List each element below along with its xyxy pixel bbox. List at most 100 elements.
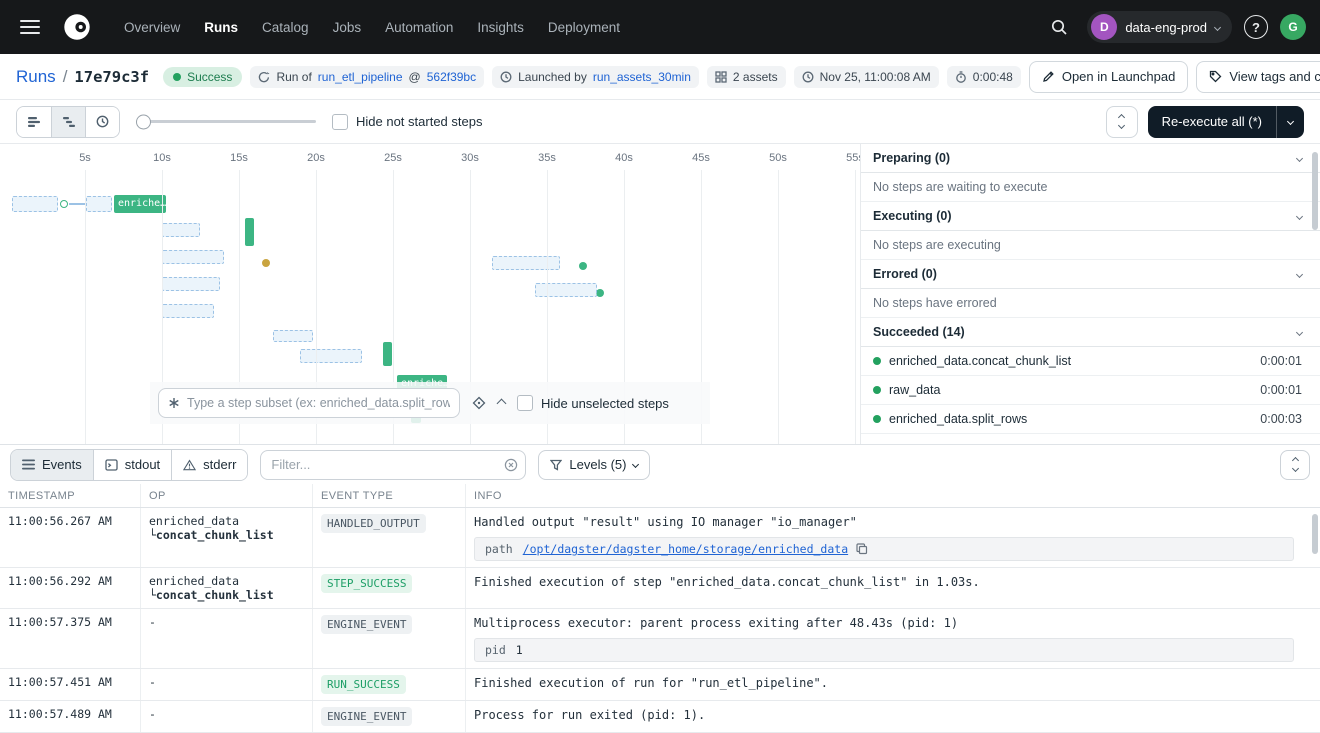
status-dot-icon [173, 73, 181, 81]
breadcrumb: Runs / 17e79c3f [16, 67, 149, 87]
clock-view-icon[interactable] [85, 107, 119, 137]
panel-scrollbar[interactable] [1312, 152, 1318, 230]
toolbar-right: Re-execute all (*) [1106, 106, 1304, 138]
gantt-step-pending[interactable] [273, 330, 313, 342]
step-subset-input-wrap[interactable] [158, 388, 460, 418]
events-toolbar-right [1280, 450, 1310, 480]
gantt-step-pending[interactable] [535, 283, 597, 297]
deployment-switcher[interactable]: D data-eng-prod [1087, 11, 1232, 43]
succeeded-step-row[interactable]: enriched_data.split_rows 0:00:03 [861, 405, 1320, 434]
gantt-step-pending[interactable] [162, 277, 220, 291]
succeeded-step-row[interactable]: enriched_data.concat_chunk_list 0:00:01 [861, 347, 1320, 376]
expand-log-panel-button[interactable] [1280, 450, 1310, 480]
reexecute-all-button[interactable]: Re-execute all (*) [1148, 106, 1304, 138]
log-info: Finished execution of step "enriched_dat… [465, 568, 1320, 608]
hide-unselected-checkbox[interactable]: Hide unselected steps [517, 395, 669, 411]
breadcrumb-runs-link[interactable]: Runs [16, 67, 56, 87]
log-timestamp: 11:00:57.451 AM [0, 669, 140, 700]
nav-item-deployment[interactable]: Deployment [548, 20, 620, 35]
collapse-overlay-icon[interactable] [498, 400, 505, 407]
log-tabs: Events stdout stderr [10, 449, 248, 481]
metadata-key: pid [475, 643, 516, 657]
pipeline-link[interactable]: run_etl_pipeline [318, 70, 403, 84]
gantt-tick-label: 15s [230, 152, 248, 164]
gantt-step-pending[interactable] [492, 256, 560, 270]
log-row[interactable]: 11:00:56.292 AM enriched_data └concat_ch… [0, 568, 1320, 609]
terminal-icon [105, 459, 118, 471]
gantt-step-pending[interactable] [162, 250, 224, 264]
column-header-event-type: EVENT TYPE [312, 484, 465, 507]
log-row[interactable]: 11:00:57.489 AM - ENGINE_EVENT Process f… [0, 701, 1320, 733]
metadata-path-link[interactable]: /opt/dagster/dagster_home/storage/enrich… [523, 542, 848, 556]
levels-dropdown[interactable]: Levels (5) [538, 450, 650, 480]
log-row[interactable]: 11:00:56.267 AM enriched_data └concat_ch… [0, 508, 1320, 568]
clear-filter-icon[interactable] [504, 458, 518, 472]
nav-right-cluster: D data-eng-prod ? G [1043, 11, 1306, 43]
chevron-down-icon [1296, 154, 1303, 161]
run-header: Runs / 17e79c3f Success Run of run_etl_p… [0, 54, 1320, 100]
section-executing[interactable]: Executing (0) [861, 202, 1320, 231]
gantt-step-pending[interactable] [300, 349, 362, 363]
section-errored[interactable]: Errored (0) [861, 260, 1320, 289]
step-subset-input[interactable] [187, 396, 450, 410]
gantt-tick-label: 20s [307, 152, 325, 164]
graph-diamond-icon[interactable] [472, 396, 486, 410]
schedule-link[interactable]: run_assets_30min [593, 70, 691, 84]
nav-item-insights[interactable]: Insights [477, 20, 524, 35]
succeeded-step-row[interactable]: raw_data 0:00:01 [861, 376, 1320, 405]
checkbox-icon[interactable] [517, 395, 533, 411]
log-row[interactable]: 11:00:57.451 AM - RUN_SUCCESS Finished e… [0, 669, 1320, 701]
open-in-launchpad-button[interactable]: Open in Launchpad [1029, 61, 1188, 93]
gantt-tick-label: 25s [384, 152, 402, 164]
nav-item-automation[interactable]: Automation [385, 20, 453, 35]
list-icon [22, 459, 35, 470]
log-scrollbar[interactable] [1312, 514, 1318, 554]
gantt-step-bar[interactable] [245, 218, 254, 246]
filter-input[interactable] [260, 450, 526, 480]
gantt-step-pending[interactable] [162, 304, 214, 318]
gantt-flat-view-icon[interactable] [17, 107, 51, 137]
tag-assets[interactable]: 2 assets [707, 66, 786, 88]
checkbox-icon[interactable] [332, 114, 348, 130]
gantt-step-dot-open [60, 200, 68, 208]
column-header-op: OP [140, 484, 312, 507]
view-tags-config-button[interactable]: View tags and config [1196, 61, 1320, 93]
gantt-step-bar[interactable] [383, 342, 392, 366]
nav-item-jobs[interactable]: Jobs [333, 20, 362, 35]
hide-not-started-checkbox[interactable]: Hide not started steps [332, 114, 482, 130]
tab-stderr[interactable]: stderr [171, 450, 247, 480]
commit-link[interactable]: 562f39bc [427, 70, 476, 84]
clock-icon [802, 71, 814, 83]
gantt-step-label[interactable]: enriche… [114, 195, 166, 213]
search-icon[interactable] [1043, 11, 1075, 43]
tab-events[interactable]: Events [11, 450, 93, 480]
user-avatar[interactable]: G [1280, 14, 1306, 40]
log-op: - [140, 609, 312, 668]
log-row[interactable]: 11:00:57.375 AM - ENGINE_EVENT Multiproc… [0, 609, 1320, 669]
nav-item-runs[interactable]: Runs [204, 20, 238, 35]
copy-icon[interactable] [856, 543, 868, 555]
gantt-step-pending[interactable] [12, 196, 58, 212]
gantt-chart[interactable]: enriche…enriche… Hide unselected steps 5… [0, 144, 860, 444]
help-icon[interactable]: ? [1244, 15, 1268, 39]
tab-stdout[interactable]: stdout [93, 450, 171, 480]
section-preparing[interactable]: Preparing (0) [861, 144, 1320, 173]
dagster-logo-icon[interactable] [62, 12, 92, 42]
section-succeeded[interactable]: Succeeded (14) [861, 318, 1320, 347]
metadata-key: path [475, 542, 523, 556]
slider-knob[interactable] [136, 114, 151, 129]
gantt-step-pending[interactable] [162, 223, 200, 237]
gantt-waterfall-view-icon[interactable] [51, 107, 85, 137]
column-header-info: INFO [465, 484, 1320, 507]
chevron-down-icon [1296, 212, 1303, 219]
expand-collapse-button[interactable] [1106, 106, 1138, 138]
zoom-slider[interactable] [136, 120, 316, 123]
reexecute-dropdown-caret[interactable] [1276, 106, 1304, 138]
gantt-step-pending[interactable] [86, 196, 112, 212]
top-navbar: Overview Runs Catalog Jobs Automation In… [0, 0, 1320, 54]
success-dot-icon [873, 415, 881, 423]
nav-item-overview[interactable]: Overview [124, 20, 180, 35]
nav-item-catalog[interactable]: Catalog [262, 20, 309, 35]
succeeded-step-row-partial[interactable] [861, 434, 1320, 444]
hamburger-menu-icon[interactable] [14, 10, 48, 44]
